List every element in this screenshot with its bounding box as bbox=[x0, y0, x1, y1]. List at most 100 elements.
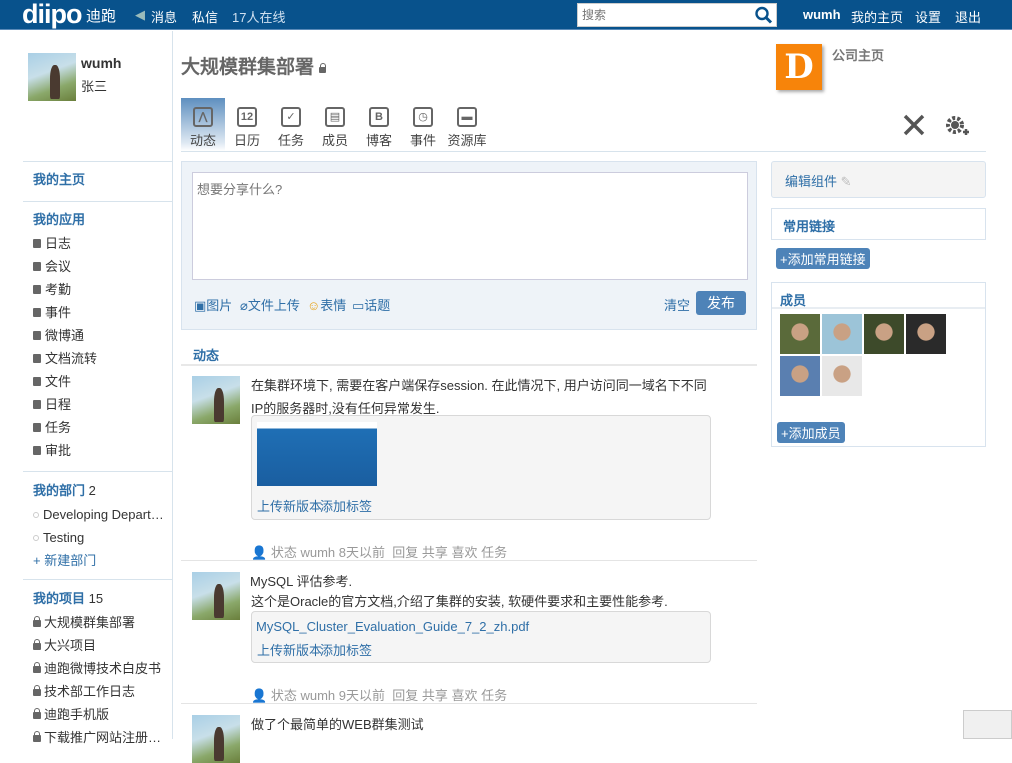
department-item[interactable]: Developing Departm… bbox=[33, 503, 173, 526]
department-item[interactable]: Testing bbox=[33, 526, 173, 549]
tools-icon[interactable] bbox=[902, 113, 926, 137]
sidebar-item-app[interactable]: 微博通 bbox=[33, 324, 173, 347]
private-message-link[interactable]: 私信 bbox=[192, 7, 218, 26]
post-avatar[interactable] bbox=[192, 376, 240, 424]
upload-new-version-link[interactable]: 上传新版本 bbox=[257, 496, 322, 515]
task-link[interactable]: 任务 bbox=[481, 688, 507, 703]
image-button[interactable]: ▣图片 bbox=[194, 295, 232, 314]
app-label: 日程 bbox=[45, 397, 72, 412]
company-home-link[interactable]: 公司主页 bbox=[832, 45, 884, 64]
project-item[interactable]: 技术部工作日志 bbox=[33, 680, 173, 703]
divider bbox=[181, 364, 757, 366]
clear-button[interactable]: 清空 bbox=[664, 295, 690, 314]
logout-link[interactable]: 退出 bbox=[955, 7, 981, 26]
post-avatar[interactable] bbox=[192, 572, 240, 620]
search-input[interactable] bbox=[578, 4, 748, 26]
settings-gear-icon[interactable] bbox=[944, 114, 970, 138]
brand-name[interactable]: 迪跑 bbox=[86, 5, 116, 26]
like-link[interactable]: 喜欢 bbox=[452, 545, 478, 560]
author-link[interactable]: wumh bbox=[300, 545, 335, 560]
attachment-thumbnail[interactable] bbox=[257, 422, 377, 486]
username[interactable]: wumh bbox=[81, 55, 121, 71]
add-common-link-button[interactable]: +添加常用链接 bbox=[776, 248, 870, 269]
task-icon: ✓ bbox=[281, 107, 301, 127]
share-link[interactable]: 共享 bbox=[422, 545, 448, 560]
my-apps-title[interactable]: 我的应用 bbox=[33, 209, 173, 228]
user-link[interactable]: wumh bbox=[803, 7, 841, 22]
project-label: 技术部工作日志 bbox=[44, 684, 136, 699]
tab-4[interactable]: B 博客 bbox=[357, 98, 401, 151]
post-composer: ▣图片 ⌀文件上传 ☺表情 ▭话题 清空 发布 bbox=[181, 161, 757, 330]
app-icon bbox=[33, 354, 41, 363]
post-avatar[interactable] bbox=[192, 715, 240, 763]
project-item[interactable]: 大规模群集部署 bbox=[33, 611, 173, 634]
my-departments-title[interactable]: 我的部门 bbox=[33, 483, 85, 498]
task-link[interactable]: 任务 bbox=[481, 545, 507, 560]
topic-button[interactable]: ▭话题 bbox=[352, 295, 390, 314]
member-avatar[interactable] bbox=[822, 356, 862, 396]
project-item[interactable]: 下载推广网站注册信息 bbox=[33, 726, 173, 749]
post-meta: 👤 状态 wumh 8天以前 回复 共享 喜欢 任务 bbox=[251, 542, 507, 561]
search-icon[interactable] bbox=[754, 6, 774, 24]
member-avatar[interactable] bbox=[822, 314, 862, 354]
departments-count: 2 bbox=[88, 483, 96, 498]
my-apps-section: 我的应用 日志 会议 考勤事件微博通 文档流转 文件日程任务 审批 bbox=[23, 201, 173, 462]
sidebar-item-app[interactable]: 文档流转 bbox=[33, 347, 173, 370]
tab-5[interactable]: ◷ 事件 bbox=[401, 98, 445, 151]
members-icon: ▤ bbox=[325, 107, 345, 127]
app-icon bbox=[33, 331, 41, 340]
project-item[interactable]: 迪跑微博技术白皮书 bbox=[33, 657, 173, 680]
sidebar-item-app[interactable]: 事件 bbox=[33, 301, 173, 324]
reply-link[interactable]: 回复 bbox=[392, 545, 418, 560]
reply-link[interactable]: 回复 bbox=[392, 688, 418, 703]
member-avatar[interactable] bbox=[906, 314, 946, 354]
post-input[interactable] bbox=[192, 172, 748, 280]
add-member-button[interactable]: +添加成员 bbox=[777, 422, 845, 443]
sidebar-item-app[interactable]: 文件 bbox=[33, 370, 173, 393]
online-count[interactable]: 17人在线 bbox=[232, 7, 285, 26]
sidebar-item-app[interactable]: 日志 bbox=[33, 232, 173, 255]
my-projects-title[interactable]: 我的项目 bbox=[33, 591, 85, 606]
avatar[interactable] bbox=[28, 53, 76, 101]
member-avatar[interactable] bbox=[780, 314, 820, 354]
project-item[interactable]: 大兴项目 bbox=[33, 634, 173, 657]
tab-1[interactable]: 12 日历 bbox=[225, 98, 269, 151]
add-tag-link[interactable]: 添加标签 bbox=[320, 496, 372, 515]
project-label: 迪跑微博技术白皮书 bbox=[44, 661, 162, 676]
member-avatar[interactable] bbox=[780, 356, 820, 396]
settings-link[interactable]: 设置 bbox=[915, 7, 941, 26]
edit-widgets-link[interactable]: 编辑组件 bbox=[785, 174, 837, 189]
edit-widgets-panel: 编辑组件 ✎ bbox=[771, 161, 986, 198]
emoji-button[interactable]: ☺表情 bbox=[307, 295, 346, 314]
sidebar-item-app[interactable]: 任务 bbox=[33, 416, 173, 439]
tab-2[interactable]: ✓ 任务 bbox=[269, 98, 313, 151]
lock-icon bbox=[33, 708, 41, 719]
sidebar-item-app[interactable]: 考勤 bbox=[33, 278, 173, 301]
company-logo[interactable]: D bbox=[776, 44, 822, 90]
sidebar-item-app[interactable]: 会议 bbox=[33, 255, 173, 278]
new-department-link[interactable]: + 新建部门 bbox=[33, 549, 173, 572]
add-tag-link[interactable]: 添加标签 bbox=[320, 640, 372, 659]
app-label: 事件 bbox=[45, 305, 72, 320]
project-item[interactable]: 迪跑手机版 bbox=[33, 703, 173, 726]
sidebar-item-app[interactable]: 审批 bbox=[33, 439, 173, 462]
share-link[interactable]: 共享 bbox=[422, 688, 448, 703]
member-avatar[interactable] bbox=[864, 314, 904, 354]
file-upload-button[interactable]: ⌀文件上传 bbox=[240, 295, 300, 314]
messages-link[interactable]: 消息 bbox=[151, 7, 177, 26]
tab-0[interactable]: ⋀ 动态 bbox=[181, 98, 225, 151]
smiley-icon: ☺ bbox=[307, 298, 321, 313]
file-link[interactable]: MySQL_Cluster_Evaluation_Guide_7_2_zh.pd… bbox=[256, 619, 529, 634]
upload-new-version-link[interactable]: 上传新版本 bbox=[257, 640, 322, 659]
publish-button[interactable]: 发布 bbox=[696, 291, 746, 315]
author-link[interactable]: wumh bbox=[300, 688, 335, 703]
sidebar-item-app[interactable]: 日程 bbox=[33, 393, 173, 416]
chat-bar[interactable] bbox=[963, 710, 1012, 739]
tab-6[interactable]: ▬ 资源库 bbox=[445, 98, 489, 151]
tab-3[interactable]: ▤ 成员 bbox=[313, 98, 357, 151]
like-link[interactable]: 喜欢 bbox=[452, 688, 478, 703]
sidebar-item-home[interactable]: 我的主页 bbox=[33, 172, 85, 187]
my-home-link[interactable]: 我的主页 bbox=[851, 7, 903, 26]
logo[interactable]: diipo bbox=[22, 0, 82, 28]
file-upload-label: 文件上传 bbox=[247, 298, 300, 313]
